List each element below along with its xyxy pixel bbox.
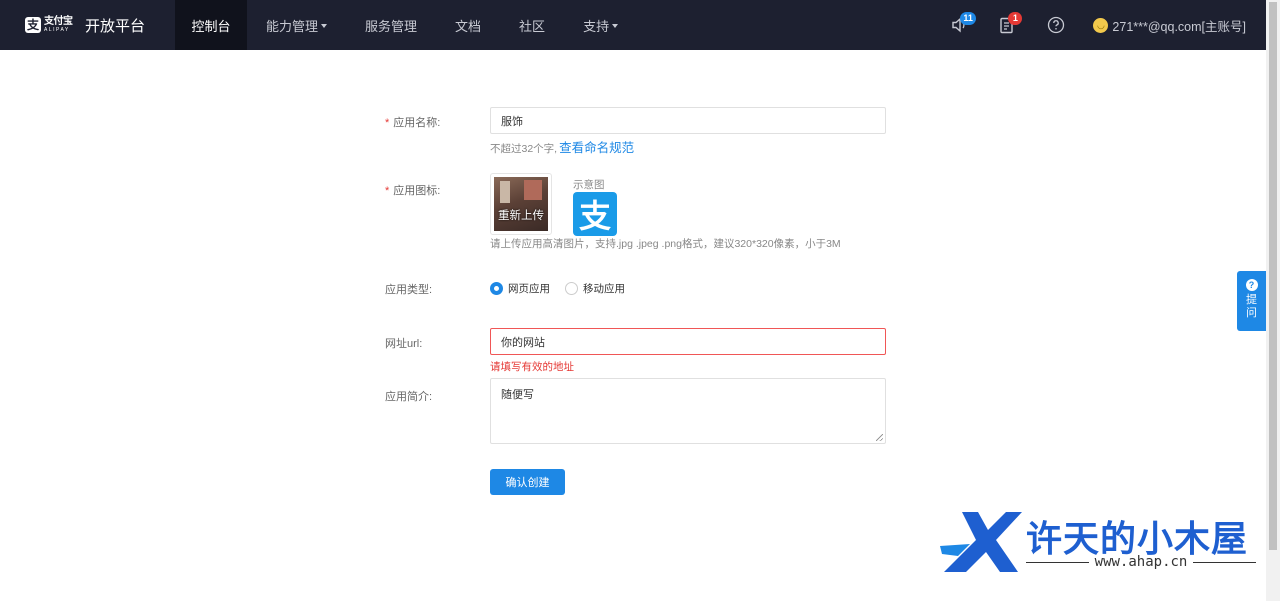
- nav-label: 支持: [583, 18, 610, 34]
- hint-text: 不超过32个字,: [490, 143, 558, 155]
- platform-title: 开放平台: [85, 17, 146, 35]
- intro-label: 应用简介:: [385, 391, 433, 403]
- create-button[interactable]: 确认创建: [490, 469, 565, 495]
- label-text: 应用名称:: [393, 117, 441, 129]
- ask-question-tab[interactable]: ? 提问: [1237, 271, 1266, 331]
- messages-badge: 1: [1008, 11, 1023, 25]
- scrollbar-thumb[interactable]: [1269, 2, 1277, 550]
- logo-en-text: ALIPAY: [44, 27, 70, 33]
- watermark-url: www.ahap.cn: [1026, 554, 1256, 570]
- radio-web-app[interactable]: 网页应用: [490, 281, 550, 296]
- radio-unchecked-icon: [565, 282, 578, 295]
- watermark-url-text: www.ahap.cn: [1094, 554, 1188, 570]
- url-error-message: 请填写有效的地址: [490, 361, 574, 373]
- question-circle-icon: [1048, 16, 1065, 34]
- notifications-badge: 11: [960, 12, 976, 25]
- nav-item-docs[interactable]: 文档: [436, 0, 500, 50]
- account-menu[interactable]: ◡ 271***@qq.com[主账号]: [1093, 16, 1246, 35]
- sample-label: 示意图: [573, 179, 605, 191]
- nav-item-support[interactable]: 支持: [564, 0, 637, 50]
- radio-mobile-app[interactable]: 移动应用: [565, 281, 625, 296]
- page-scrollbar[interactable]: [1266, 0, 1280, 601]
- caret-down-icon: [612, 23, 619, 28]
- nav-item-service-management[interactable]: 服务管理: [346, 0, 436, 50]
- nav-label: 能力管理: [266, 18, 319, 34]
- textarea-value: 随便写: [501, 389, 534, 401]
- app-type-label: 应用类型:: [385, 284, 433, 296]
- intro-textarea[interactable]: 随便写: [490, 378, 886, 444]
- app-icon-label: * 应用图标:: [385, 182, 440, 198]
- radio-label: 移动应用: [583, 283, 625, 295]
- input-value: 服饰: [501, 115, 523, 128]
- alipay-logo-icon: 支: [25, 17, 41, 33]
- input-value: 你的网站: [501, 336, 545, 349]
- required-mark: *: [385, 185, 390, 197]
- resize-handle-icon[interactable]: [876, 434, 883, 441]
- ask-question-label: 提问: [1246, 294, 1257, 319]
- label-text: 应用图标:: [393, 185, 441, 197]
- app-name-input[interactable]: 服饰: [490, 107, 886, 134]
- nav-item-capability-management[interactable]: 能力管理: [247, 0, 346, 50]
- notifications-button[interactable]: 11: [951, 12, 976, 33]
- top-nav: 支 支付宝 ALIPAY 开放平台 控制台 能力管理 服务管理 文档 社区 支持…: [0, 0, 1266, 50]
- app-name-label: * 应用名称:: [385, 114, 440, 130]
- nav-item-console[interactable]: 控制台: [175, 0, 247, 50]
- radio-checked-icon: [490, 282, 503, 295]
- nav-item-community[interactable]: 社区: [500, 0, 564, 50]
- messages-button[interactable]: 1: [999, 11, 1023, 34]
- alipay-sample-icon: 支: [573, 192, 617, 236]
- caret-down-icon: [321, 23, 328, 28]
- reupload-button[interactable]: 重新上传: [494, 207, 548, 223]
- account-name: 271***@qq.com[主账号]: [1112, 19, 1246, 34]
- alipay-logo: 支 支付宝 ALIPAY: [25, 16, 73, 34]
- question-icon: ?: [1245, 279, 1258, 291]
- icon-hint: 请上传应用高清图片，支持.jpg .jpeg .png格式，建议320*320像…: [490, 238, 841, 250]
- help-button[interactable]: [1047, 16, 1065, 34]
- x-logo-icon: [940, 512, 1022, 572]
- brand[interactable]: 支 支付宝 ALIPAY 开放平台: [0, 0, 175, 50]
- url-label: 网址url:: [385, 338, 423, 350]
- naming-rules-link[interactable]: 查看命名规范: [559, 141, 634, 155]
- app-icon-upload[interactable]: 重新上传: [490, 173, 552, 235]
- logo-cn-text: 支付宝: [44, 16, 73, 27]
- radio-label: 网页应用: [508, 283, 550, 295]
- required-mark: *: [385, 117, 390, 129]
- uploaded-app-icon-image: 重新上传: [494, 177, 548, 231]
- url-input[interactable]: 你的网站: [490, 328, 886, 355]
- app-name-hint: 不超过32个字, 查看命名规范: [490, 137, 634, 156]
- watermark: 许天的小木屋 www.ahap.cn: [940, 510, 1260, 575]
- avatar: ◡: [1093, 17, 1109, 33]
